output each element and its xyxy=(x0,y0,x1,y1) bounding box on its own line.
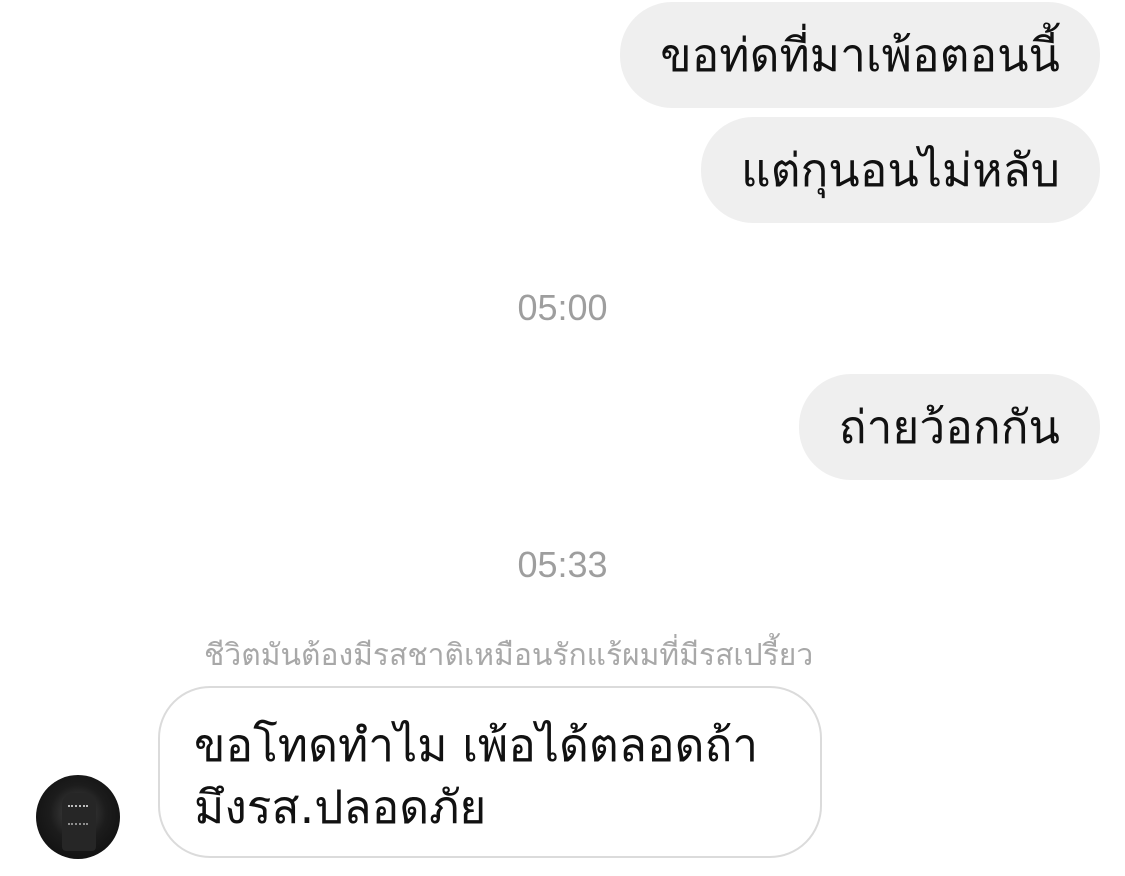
sender-name: ชีวิตมันต้องมีรสชาติเหมือนรักแร้ผมที่มีร… xyxy=(204,638,814,673)
avatar-shirt-print xyxy=(68,805,88,825)
message-timestamp: 05:33 xyxy=(517,544,608,585)
message-text: แต่กุนอนไม่หลับ xyxy=(740,143,1060,197)
outgoing-message-bubble[interactable]: แต่กุนอนไม่หลับ xyxy=(700,117,1100,223)
message-text: ถ่ายว้อกกัน xyxy=(838,400,1060,454)
outgoing-message-bubble[interactable]: ถ่ายว้อกกัน xyxy=(798,374,1100,480)
message-timestamp: 05:00 xyxy=(517,287,608,328)
message-text: ขอท่ดที่มาเพ้อตอนนี้ xyxy=(660,28,1060,82)
avatar[interactable] xyxy=(36,775,120,859)
outgoing-message-bubble[interactable]: ขอท่ดที่มาเพ้อตอนนี้ xyxy=(620,2,1100,108)
incoming-message-bubble[interactable]: ขอโทดทำไม เพ้อได้ตลอดถ้ามึงรส.ปลอดภัย xyxy=(158,686,822,858)
message-text: ขอโทดทำไม เพ้อได้ตลอดถ้ามึงรส.ปลอดภัย xyxy=(194,718,759,834)
